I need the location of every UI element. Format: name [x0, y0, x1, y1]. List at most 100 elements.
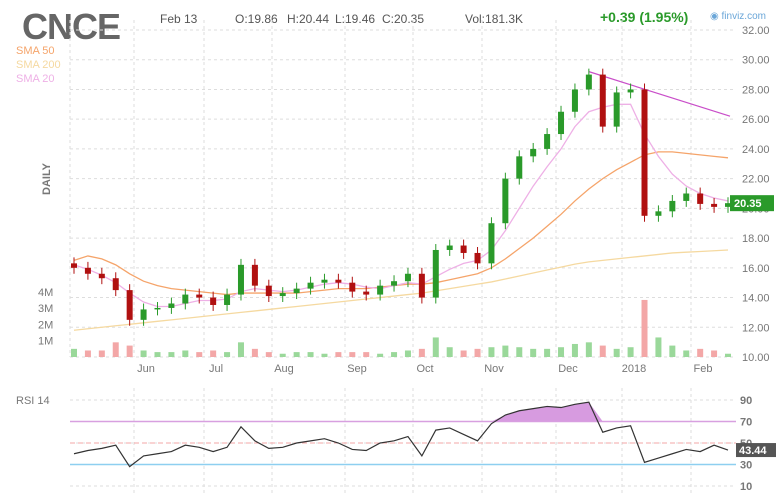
candle-body [349, 282, 356, 292]
rsi-line [73, 401, 729, 468]
price-tick-label: 18.00 [742, 233, 770, 245]
candle-body [182, 294, 189, 304]
month-label: 2018 [622, 363, 646, 375]
chart-canvas: 32.0030.0028.0026.0024.0022.0020.0018.00… [16, 20, 776, 495]
price-tick-label: 12.00 [742, 322, 770, 334]
volume-bar [697, 348, 704, 357]
price-tick-label: 24.00 [742, 144, 770, 156]
volume-bar [237, 342, 244, 357]
candle-body [307, 282, 314, 289]
volume-bar [154, 352, 161, 357]
volume-bar [404, 350, 411, 357]
candle-body [321, 279, 328, 283]
candle-body [669, 200, 676, 212]
stock-chart: CNCE Feb 13 O:19.86 H:20.44 L:19.46 C:20… [0, 0, 782, 502]
candle-body [391, 281, 398, 286]
volume-bar [182, 350, 189, 357]
volume-tick-label: 2M [38, 319, 53, 331]
candle-body [237, 264, 244, 295]
volume-tick-label: 4M [38, 287, 53, 299]
volume-bar [349, 352, 356, 357]
candle-body [460, 245, 467, 253]
volume-bar [126, 345, 133, 357]
volume-bar [84, 350, 91, 357]
candle-body [516, 156, 523, 179]
rsi-label: RSI 14 [16, 395, 50, 407]
volume-bar [460, 350, 467, 357]
volume-bar [377, 353, 384, 357]
volume-bar [293, 352, 300, 357]
volume-tick-label: 3M [38, 303, 53, 315]
rsi-tick-label: 70 [740, 417, 752, 429]
volume-bar [112, 342, 119, 357]
volume-bar [335, 352, 342, 357]
volume-bar [168, 352, 175, 357]
volume-bar [725, 353, 731, 357]
volume-bar [446, 347, 453, 357]
month-label: Dec [558, 363, 578, 375]
candle-body [488, 223, 495, 264]
candle-body [377, 285, 384, 295]
candle-body [404, 273, 411, 282]
volume-bar [544, 348, 551, 357]
month-label: Jun [137, 363, 155, 375]
candle-body [544, 134, 551, 149]
volume-bar [140, 350, 147, 357]
period-label: DAILY [41, 162, 53, 195]
candle-body [530, 148, 537, 157]
trendline [588, 71, 731, 117]
volume-bar [613, 348, 620, 357]
last-price-label: 20.35 [734, 198, 762, 210]
volume-bar [391, 352, 398, 357]
month-label: Feb [694, 363, 713, 375]
candle-body [126, 290, 133, 320]
candle-body [84, 267, 91, 274]
volume-bar [71, 348, 77, 357]
volume-bar [585, 342, 592, 357]
candle-body [251, 264, 258, 286]
candle-body [154, 307, 161, 310]
sma50-line [73, 151, 729, 296]
candle-body [627, 89, 634, 93]
volume-bar [655, 337, 662, 357]
volume-bar [279, 353, 286, 357]
candle-body [432, 249, 439, 298]
volume-bar [488, 347, 495, 357]
candle-body [697, 193, 704, 204]
volume-bar [599, 345, 606, 357]
price-tick-label: 30.00 [742, 55, 770, 67]
volume-bar [669, 345, 676, 357]
candle-body [363, 291, 370, 295]
volume-bar [251, 348, 258, 357]
candle-body [585, 74, 592, 90]
volume-bar [265, 352, 272, 357]
month-label: Jul [209, 363, 223, 375]
candle-body [418, 273, 425, 298]
volume-bar [474, 348, 481, 357]
candle-body [613, 92, 620, 127]
candle-body [112, 278, 119, 291]
candle-body [98, 273, 105, 279]
volume-bar [418, 348, 425, 357]
candle-body [293, 288, 300, 294]
volume-bar [571, 343, 578, 357]
candle-body [571, 89, 578, 112]
volume-bar [307, 352, 314, 357]
candle-body [140, 309, 147, 320]
volume-bar [98, 350, 105, 357]
candle-body [71, 263, 77, 268]
candle-body [641, 89, 648, 216]
candle-body [474, 252, 481, 264]
volume-tick-label: 1M [38, 336, 53, 348]
rsi-tick-label: 90 [740, 395, 752, 407]
volume-bar [516, 347, 523, 357]
price-tick-label: 16.00 [742, 263, 770, 275]
volume-bar [711, 350, 718, 357]
price-tick-label: 14.00 [742, 293, 770, 305]
price-tick-label: 10.00 [742, 352, 770, 364]
rsi-tick-label: 10 [740, 481, 752, 493]
volume-bar [432, 337, 439, 357]
sma200-line [73, 249, 729, 331]
rsi-tick-label: 30 [740, 460, 752, 472]
volume-bar [558, 347, 565, 357]
